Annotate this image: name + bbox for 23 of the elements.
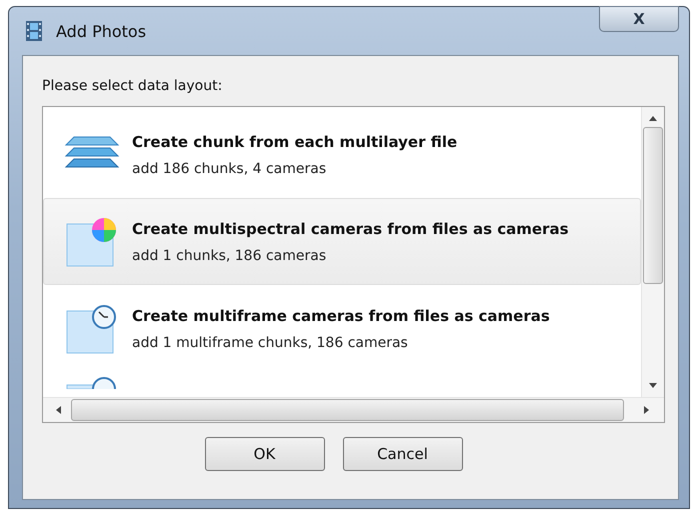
scroll-up-icon[interactable] — [649, 115, 657, 121]
scroll-thumb[interactable] — [643, 127, 663, 284]
option-detail: add 1 multiframe chunks, 186 cameras — [132, 334, 409, 350]
option-title: Create multiframe cameras from files as cameras — [132, 306, 550, 324]
layout-option[interactable]: Create chunk from each multilayer file add 186 chunks, 4 cameras — [43, 111, 641, 198]
scroll-right-icon[interactable] — [644, 406, 650, 414]
film-icon — [26, 21, 42, 41]
scroll-down-icon[interactable] — [649, 383, 657, 389]
close-button[interactable]: X — [599, 6, 679, 32]
horizontal-scrollbar[interactable] — [43, 397, 664, 422]
vertical-scrollbar[interactable] — [641, 107, 664, 397]
option-detail: add 1 chunks, 186 cameras — [132, 248, 328, 264]
scroll-left-icon[interactable] — [55, 406, 61, 414]
dialog-button[interactable]: Cancel — [342, 437, 462, 471]
dialog-button[interactable]: OK — [204, 437, 324, 471]
option-title: Create chunk from each multilayer file — [132, 132, 458, 150]
scroll-thumb[interactable] — [71, 399, 624, 421]
option-title: Create multispectral cameras from files as cameras — [132, 220, 569, 238]
window-title: Add Photos — [56, 22, 146, 40]
prompt-label: Please select data layout: — [42, 78, 224, 94]
layout-option[interactable]: Create multiframe cameras from files as cameras add 1 multiframe chunks, 186 cameras — [43, 285, 641, 372]
option-detail: add 186 chunks, 4 cameras — [132, 160, 328, 176]
layout-option[interactable]: Create multispectral cameras from files as cameras add 1 chunks, 186 cameras — [43, 198, 641, 285]
